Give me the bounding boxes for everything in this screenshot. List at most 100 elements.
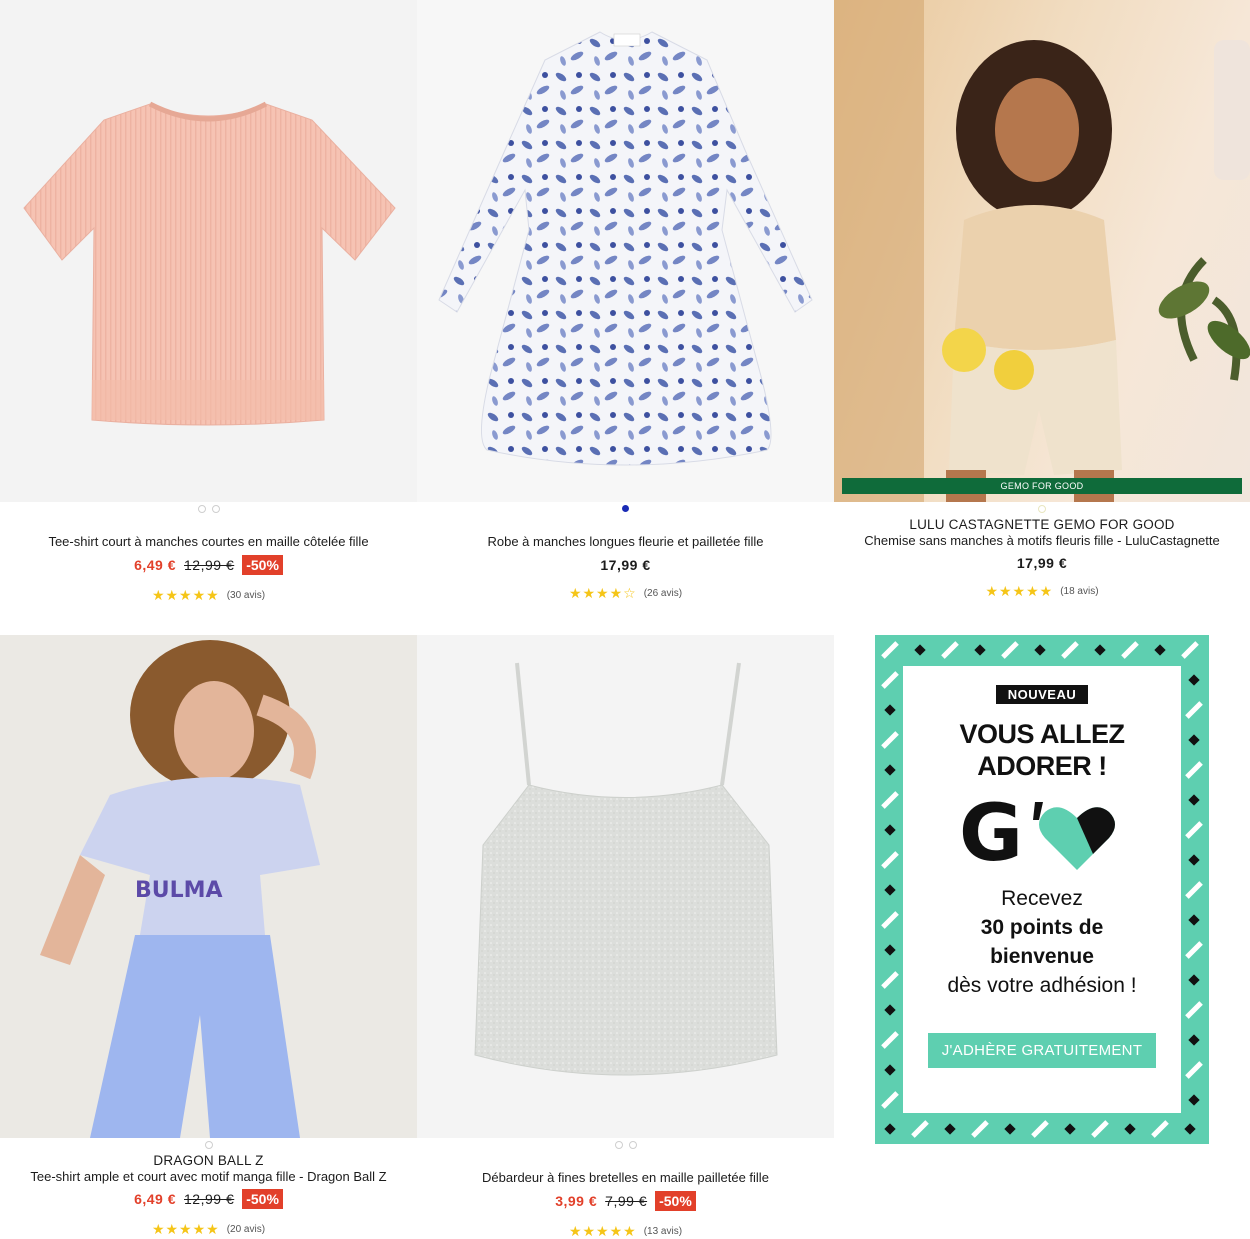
border-diamond bbox=[1188, 1034, 1200, 1046]
border-dash bbox=[971, 1120, 989, 1138]
product-brand[interactable]: LULU CASTAGNETTE GEMO FOR GOOD bbox=[834, 517, 1250, 533]
border-dash bbox=[881, 791, 899, 809]
product-title[interactable]: Tee-shirt ample et court avec motif mang… bbox=[0, 1169, 417, 1185]
product-card[interactable]: Tee-shirt court à manches courtes en mai… bbox=[0, 0, 417, 620]
product-image[interactable] bbox=[417, 635, 834, 1138]
promo-text-membership: dès votre adhésion ! bbox=[947, 974, 1137, 997]
border-dash bbox=[1185, 1001, 1203, 1019]
review-count: (30 avis) bbox=[226, 589, 266, 601]
star-rating-icon: ★★★★★ bbox=[151, 587, 220, 603]
review-count: (18 avis) bbox=[1060, 585, 1099, 597]
promo-text-receive: Recevez bbox=[1001, 887, 1083, 910]
rating[interactable]: ★★★★★ (30 avis) bbox=[0, 588, 417, 602]
border-dash bbox=[881, 911, 899, 929]
image-carousel-dots bbox=[834, 505, 1250, 513]
border-diamond bbox=[1094, 644, 1106, 656]
product-image[interactable] bbox=[417, 0, 834, 502]
carousel-dot[interactable] bbox=[1038, 505, 1046, 513]
image-carousel-dots bbox=[0, 1141, 417, 1149]
star-rating-icon: ★★★★★ bbox=[568, 1223, 637, 1239]
image-carousel-dots bbox=[0, 505, 417, 513]
border-dash bbox=[881, 671, 899, 689]
old-price: 12,99 € bbox=[184, 1191, 235, 1207]
girl-wearing-dragon-ball-tee-image: BULMA bbox=[0, 635, 417, 1138]
carousel-dot[interactable] bbox=[197, 505, 206, 513]
product-image[interactable]: GEMO FOR GOOD bbox=[834, 0, 1250, 502]
product-title[interactable]: Débardeur à fines bretelles en maille pa… bbox=[417, 1170, 834, 1186]
product-title[interactable]: Robe à manches longues fleurie et paille… bbox=[417, 534, 834, 550]
border-diamond bbox=[1184, 1123, 1196, 1135]
product-info: Tee-shirt court à manches courtes en mai… bbox=[0, 534, 417, 602]
rating[interactable]: ★★★★☆ (26 avis) bbox=[417, 586, 834, 600]
review-count: (13 avis) bbox=[643, 1225, 683, 1237]
border-dash bbox=[911, 1120, 929, 1138]
discount-badge: -50% bbox=[242, 1189, 283, 1209]
border-diamond bbox=[1064, 1123, 1076, 1135]
border-dash bbox=[1181, 641, 1199, 659]
border-diamond bbox=[884, 944, 896, 956]
product-info: LULU CASTAGNETTE GEMO FOR GOOD Chemise s… bbox=[834, 517, 1250, 598]
product-info: Débardeur à fines bretelles en maille pa… bbox=[417, 1170, 834, 1238]
border-dash bbox=[881, 1031, 899, 1049]
border-dash bbox=[881, 851, 899, 869]
product-card[interactable]: Robe à manches longues fleurie et paille… bbox=[417, 0, 834, 620]
product-info: Robe à manches longues fleurie et paille… bbox=[417, 534, 834, 600]
border-dash bbox=[1151, 1120, 1169, 1138]
price-row: 17,99 € bbox=[417, 555, 834, 575]
border-dash bbox=[1185, 1061, 1203, 1079]
product-card[interactable]: Débardeur à fines bretelles en maille pa… bbox=[417, 635, 834, 1239]
product-card[interactable]: BULMA DRAGON BALL Z Tee-shirt ample et c… bbox=[0, 635, 417, 1239]
review-count: (20 avis) bbox=[226, 1223, 266, 1235]
border-diamond bbox=[884, 884, 896, 896]
loyalty-promo-banner[interactable]: NOUVEAU VOUS ALLEZ ADORER ! G Recevez 30… bbox=[875, 635, 1209, 1144]
carousel-dot-active[interactable] bbox=[622, 505, 629, 512]
floral-dress-image bbox=[438, 31, 813, 466]
product-image[interactable]: BULMA bbox=[0, 635, 417, 1138]
carousel-dot[interactable] bbox=[614, 1141, 623, 1149]
rating[interactable]: ★★★★★ (20 avis) bbox=[0, 1222, 417, 1236]
carousel-dot[interactable] bbox=[211, 505, 220, 513]
border-dash bbox=[1185, 701, 1203, 719]
border-diamond bbox=[884, 1064, 896, 1076]
image-carousel-dots bbox=[417, 505, 834, 512]
promo-headline: VOUS ALLEZ ADORER ! bbox=[903, 718, 1181, 782]
new-badge: NOUVEAU bbox=[995, 685, 1089, 704]
border-diamond bbox=[1188, 914, 1200, 926]
border-diamond bbox=[1154, 644, 1166, 656]
product-image[interactable] bbox=[0, 0, 417, 502]
border-diamond bbox=[884, 824, 896, 836]
border-diamond bbox=[884, 764, 896, 776]
star-rating-icon: ★★★★★ bbox=[985, 583, 1054, 599]
product-brand[interactable]: DRAGON BALL Z bbox=[0, 1153, 417, 1169]
girl-wearing-floral-top-image bbox=[834, 0, 1250, 502]
carousel-dot[interactable] bbox=[204, 1141, 213, 1149]
review-count: (26 avis) bbox=[643, 587, 683, 599]
image-carousel-dots bbox=[417, 1141, 834, 1149]
pink-tee-shirt-image bbox=[23, 101, 396, 426]
discount-badge: -50% bbox=[655, 1191, 696, 1211]
silver-tank-top-image bbox=[474, 662, 778, 1076]
product-info: DRAGON BALL Z Tee-shirt ample et court a… bbox=[0, 1153, 417, 1236]
product-title[interactable]: Tee-shirt court à manches courtes en mai… bbox=[0, 534, 417, 550]
border-diamond bbox=[974, 644, 986, 656]
rating[interactable]: ★★★★★ (13 avis) bbox=[417, 1224, 834, 1238]
border-diamond bbox=[1188, 974, 1200, 986]
border-diamond bbox=[884, 1123, 896, 1135]
border-diamond bbox=[1124, 1123, 1136, 1135]
join-free-button[interactable]: J'ADHÈRE GRATUITEMENT bbox=[927, 1033, 1157, 1068]
promo-content: NOUVEAU VOUS ALLEZ ADORER ! G Recevez 30… bbox=[903, 666, 1181, 1113]
product-title[interactable]: Chemise sans manches à motifs fleuris fi… bbox=[834, 533, 1250, 549]
rating[interactable]: ★★★★★ (18 avis) bbox=[834, 584, 1250, 598]
old-price: 12,99 € bbox=[184, 557, 235, 573]
border-diamond bbox=[1188, 854, 1200, 866]
price-row: 3,99 € 7,99 € -50% bbox=[417, 1191, 834, 1211]
product-card[interactable]: GEMO FOR GOOD LULU CASTAGNETTE GEMO FOR … bbox=[834, 0, 1250, 620]
price: 17,99 € bbox=[1016, 555, 1068, 571]
carousel-dot[interactable] bbox=[628, 1141, 637, 1149]
border-dash bbox=[1001, 641, 1019, 659]
sale-price: 6,49 € bbox=[134, 1191, 177, 1207]
border-diamond bbox=[1188, 674, 1200, 686]
promo-headline-line-1: VOUS ALLEZ bbox=[959, 719, 1125, 749]
sale-price: 3,99 € bbox=[555, 1193, 598, 1209]
border-dash bbox=[881, 971, 899, 989]
